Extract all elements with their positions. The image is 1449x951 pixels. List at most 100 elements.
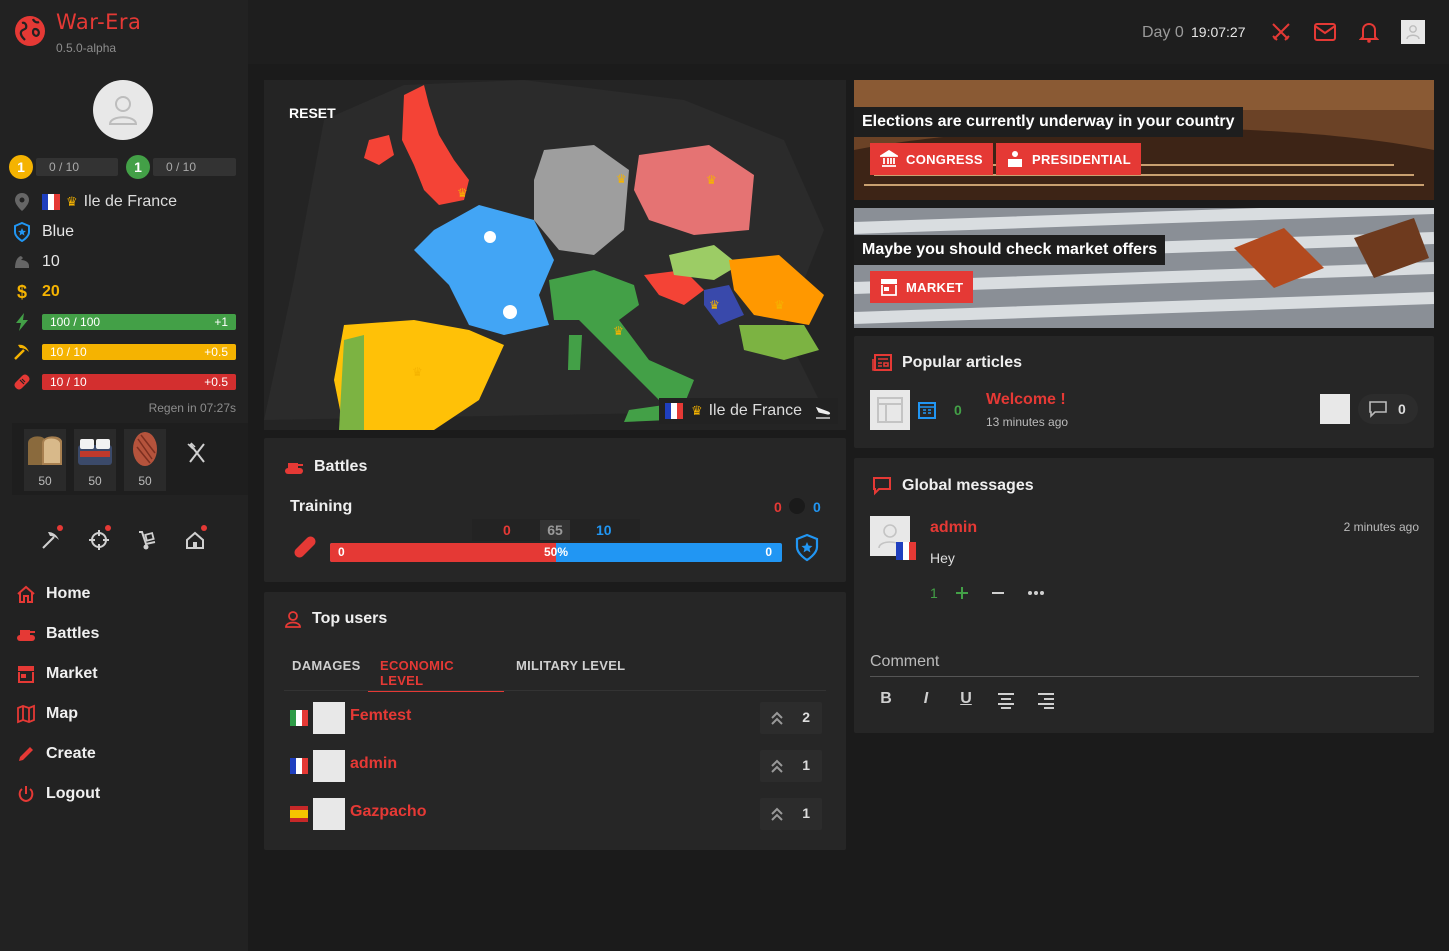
bell-icon [1359,22,1379,43]
top-users-card-title: Top users [284,610,387,628]
region-row[interactable]: ♛ Ile de France [12,190,177,214]
brand-name[interactable]: War-Era [56,10,141,34]
top-user-row[interactable]: Femtest 2 [290,702,822,734]
transport-shortcut[interactable] [134,527,160,553]
align-right-button[interactable] [1036,692,1056,710]
globe-logo-icon [15,16,45,46]
nav-home[interactable]: Home [16,582,90,606]
plane-landing-icon[interactable] [814,402,832,420]
nav-market[interactable]: Market [16,662,98,686]
home-shortcut[interactable] [182,525,208,553]
top-user-name[interactable]: admin [350,755,397,773]
double-chevron-up-icon [771,807,783,821]
game-day: Day 0 [1142,24,1184,41]
elections-banner: Elections are currently underway in your… [854,80,1434,200]
more-dots-icon[interactable] [1027,589,1045,597]
bold-button[interactable]: B [875,690,897,712]
avatar[interactable] [1320,394,1350,424]
global-messages-card: Global messages admin 2 minutes ago Hey … [854,458,1434,733]
calendar-icon [918,402,936,419]
nav-map[interactable]: Map [16,702,78,726]
home-icon [17,585,35,603]
underline-button[interactable]: U [955,690,977,712]
battle-icon-button[interactable] [1269,20,1293,44]
tab-economic-level[interactable]: ECONOMIC LEVEL [368,658,504,692]
location-pin-icon [12,192,32,212]
tab-damages[interactable]: DAMAGES [292,658,361,692]
svg-text:♛: ♛ [457,186,468,200]
svg-text:♛: ♛ [412,365,423,379]
bread-icon [24,429,66,469]
battles-title-label: Battles [314,458,368,475]
minus-icon[interactable] [991,586,1005,600]
plus-icon[interactable] [955,586,969,600]
italic-button[interactable]: I [915,690,937,712]
energy-gain: +1 [214,315,228,329]
comment-input[interactable] [870,651,1419,677]
battle-score-right: 0 [813,499,821,515]
steak-icon [124,429,166,469]
party-name: Blue [42,223,75,240]
nav-battles[interactable]: Battles [16,622,99,646]
article-comments-chip[interactable]: 0 [1358,394,1418,424]
map-reset-button[interactable]: RESET [289,105,336,121]
notification-dot [57,525,63,531]
party-row[interactable]: Blue [12,220,74,244]
shield-star-icon [12,222,32,242]
work-shortcut[interactable] [38,525,64,553]
top-user-name[interactable]: Gazpacho [350,803,426,821]
top-user-row[interactable]: Gazpacho 1 [290,798,822,830]
pencil-icon [19,747,33,761]
strength-value: 10 [42,253,60,270]
tab-military-level[interactable]: MILITARY LEVEL [516,658,625,692]
message-author[interactable]: admin [930,519,977,537]
money-value: 20 [42,283,60,300]
align-center-button[interactable] [996,692,1016,710]
avatar [313,702,345,734]
top-user-row[interactable]: admin 1 [290,750,822,782]
food-steak[interactable]: 50 [124,429,166,491]
food-panel: 50 50 50 [12,423,248,495]
avatar[interactable] [93,80,153,140]
nav-logout[interactable]: Logout [16,782,100,806]
fork-knife-icon[interactable] [185,441,209,465]
market-button[interactable]: MARKET [870,271,974,303]
presidential-label: PRESIDENTIAL [1032,151,1131,167]
nav-create[interactable]: Create [16,742,96,766]
battle-stat-attacker: 0 [503,522,511,538]
food-bread[interactable]: 50 [24,429,66,491]
top-user-name[interactable]: Femtest [350,707,411,725]
map-icon [17,704,35,724]
message-vote-count: 1 [930,585,938,601]
energy-bolt-icon [16,313,28,331]
map-location-chip[interactable]: ♛ Ile de France [658,398,838,424]
svg-text:♛: ♛ [616,172,627,186]
tank-icon [17,630,35,641]
world-map[interactable]: ♛ ♛ ♛ ♛ ♛ ♛ ♛ RESET ♛ Ile de France [264,80,846,430]
sidebar: War-Era 0.5.0-alpha 1 0 / 10 1 0 / 10 ♛ … [0,0,248,951]
messages-icon-button[interactable] [1313,20,1337,44]
food-sushi[interactable]: 50 [74,429,116,491]
congress-button[interactable]: CONGRESS [870,143,993,175]
notifications-icon-button[interactable] [1357,20,1381,44]
article-headline[interactable]: Welcome ! [986,391,1066,409]
pickaxe-icon [14,344,29,360]
battle-progress-attacker-fill [330,543,556,562]
message-time: 2 minutes ago [1343,520,1419,534]
market-banner: Maybe you should check market offers MAR… [854,208,1434,328]
elections-banner-title: Elections are currently underway in your… [854,107,1243,137]
train-shortcut[interactable] [86,525,112,553]
user-avatar-button[interactable] [1401,20,1425,44]
popular-articles-title: Popular articles [872,354,1022,372]
battle-name[interactable]: Training [290,498,352,516]
health-value: 10 / 10 [50,375,87,389]
economic-xp-bar: 0 / 10 [36,158,118,176]
article-thumbnail[interactable] [870,390,910,430]
tabs-divider [284,690,826,691]
europe-map-drawing: ♛ ♛ ♛ ♛ ♛ ♛ ♛ [264,80,846,430]
avatar [313,798,345,830]
work-value: 10 / 10 [50,345,87,359]
presidential-button[interactable]: PRESIDENTIAL [996,143,1141,175]
strength-row: 10 [12,250,60,274]
france-flag-icon [290,758,308,774]
